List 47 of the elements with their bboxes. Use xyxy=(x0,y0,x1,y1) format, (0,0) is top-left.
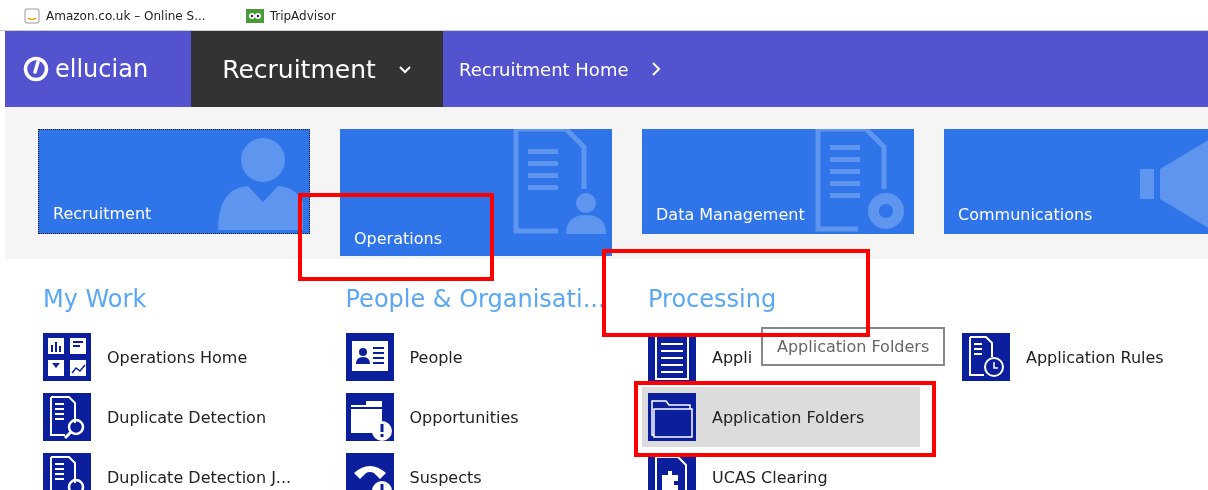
item-label: Suspects xyxy=(409,467,482,487)
chevron-right-icon xyxy=(650,61,661,77)
doc-search-icon xyxy=(43,393,91,441)
page-icon xyxy=(24,8,40,24)
tooltip: Application Folders xyxy=(761,327,946,366)
logo[interactable]: ellucian xyxy=(5,31,191,107)
module-menu-button[interactable]: Recruitment xyxy=(191,31,443,107)
nav-tile[interactable]: Data Management xyxy=(642,129,914,234)
tile-label: Communications xyxy=(958,205,1093,224)
item-label: Duplicate Detection xyxy=(107,407,267,427)
logo-icon xyxy=(23,56,49,82)
item-label: People xyxy=(409,347,463,367)
tile-label: Operations xyxy=(354,229,442,248)
menu-item[interactable]: Suspects xyxy=(345,453,648,490)
folder-icon xyxy=(648,393,696,441)
dashboard-icon xyxy=(43,333,91,381)
folder-alert-icon xyxy=(345,393,394,441)
bookmark-link[interactable]: Amazon.co.uk – Online S... xyxy=(24,8,206,24)
menu-item[interactable]: Operations Home xyxy=(43,333,346,381)
section-heading: Processing xyxy=(648,284,777,315)
menu-item[interactable]: Duplicate Detection xyxy=(43,393,346,441)
section-heading: People & Organisati... xyxy=(345,284,606,315)
item-label: Operations Home xyxy=(107,347,248,367)
id-card-icon xyxy=(345,333,394,381)
tile-label: Data Management xyxy=(656,205,805,224)
nav-tile[interactable]: Communications xyxy=(944,129,1208,234)
menu-item[interactable]: People xyxy=(345,333,648,381)
logo-text: ellucian xyxy=(55,55,149,83)
item-label: Opportunities xyxy=(409,407,519,427)
owl-icon xyxy=(245,9,264,23)
nav-tile[interactable]: Recruitment xyxy=(38,129,310,234)
section-heading: My Work xyxy=(43,284,147,315)
menu-item[interactable]: UCAS Clearing xyxy=(648,453,950,490)
menu-item[interactable]: Application Rules xyxy=(962,333,1208,381)
nav-tile[interactable]: Operations xyxy=(340,129,612,256)
chevron-down-icon xyxy=(397,64,412,74)
breadcrumb-link[interactable]: Recruitment Home xyxy=(443,31,677,107)
item-label: UCAS Clearing xyxy=(712,467,828,487)
item-label: Duplicate Detection J... xyxy=(107,467,292,487)
item-label: Application Folders xyxy=(712,407,865,427)
bookmark-link[interactable]: TripAdvisor xyxy=(245,9,336,23)
doc-clock-icon xyxy=(962,333,1010,381)
menu-item[interactable]: Application Folders xyxy=(642,387,920,447)
tile-label: Recruitment xyxy=(53,204,152,223)
menu-item[interactable]: Duplicate Detection J... xyxy=(43,453,346,490)
item-label: Appli xyxy=(712,347,753,367)
item-label: Application Rules xyxy=(1026,347,1164,367)
